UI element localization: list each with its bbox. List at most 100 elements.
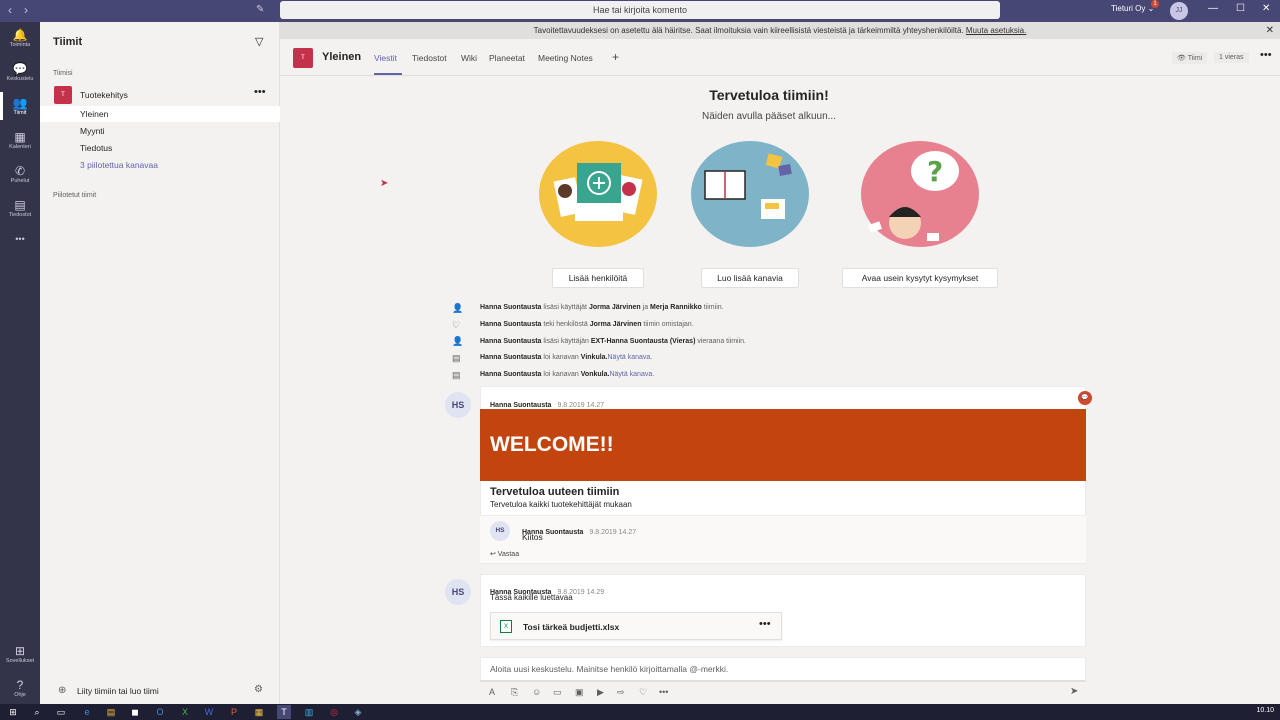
app-label: Ohje [14,692,26,698]
tab-tiedostot[interactable]: Tiedostot [412,53,447,63]
section-label: Tiimisi [53,70,73,77]
channel-yleinen[interactable]: Yleinen [40,106,280,122]
channel-myynti[interactable]: Myynti [40,123,280,139]
channel-icon: ▤ [452,370,461,380]
activity-text: lisäsi käyttäjän [543,338,589,345]
close-icon[interactable]: ✕ [1262,3,1270,14]
app-label: Kalenteri [9,144,31,150]
show-channel-link[interactable]: Näytä kanava. [608,354,653,361]
reaction-icon[interactable]: 💬 [1078,391,1092,405]
word-icon[interactable]: W [202,705,216,719]
store-icon[interactable]: ◼ [128,705,142,719]
reply-button[interactable]: ↩ Vastaa [490,550,519,558]
team-button[interactable]: 👁 Tiimi [1172,52,1208,64]
channel-tiedotus[interactable]: Tiedotus [40,140,280,156]
opera-icon[interactable]: ◎ [327,705,341,719]
start-icon[interactable]: ⊞ [6,705,20,719]
team-name[interactable]: Tuotekehitys [80,90,128,100]
close-icon[interactable]: ✕ [1266,22,1274,39]
file-attachment[interactable]: X Tosi tärkeä budjetti.xlsx ••• [490,612,782,640]
add-people-button[interactable]: Lisää henkilöitä [552,268,644,288]
avatar[interactable]: HS [445,392,471,418]
teams-icon[interactable]: T [277,705,291,719]
app-icon[interactable]: ▦ [252,705,266,719]
explorer-icon[interactable]: ▤ [104,705,118,719]
activity-text: tiimin omistajan. [643,321,694,328]
app-icon[interactable]: ▥ [302,705,316,719]
avatar[interactable]: HS [490,521,510,541]
dnd-notification-bar: Tavoitettavuudeksesi on asetettu älä häi… [280,22,1280,39]
excel-icon[interactable]: X [178,705,192,719]
avatar[interactable]: HS [445,579,471,605]
meet-icon[interactable]: ▶ [597,687,604,698]
hidden-teams-label[interactable]: Piilotetut tiimit [53,192,96,199]
tab-wiki[interactable]: Wiki [461,53,477,63]
faq-illustration: ? [861,141,979,247]
outlook-icon[interactable]: O [153,705,167,719]
tab-viestit[interactable]: Viestit [374,53,397,63]
powerpoint-icon[interactable]: P [227,705,241,719]
file-name[interactable]: Tosi tärkeä budjetti.xlsx [523,622,619,632]
forward-arrow-icon[interactable]: › [24,3,28,17]
gear-icon[interactable]: ⚙ [254,684,263,695]
timestamp: 9.8.2019 14.27 [589,529,637,536]
author-name[interactable]: Hanna Suontausta [490,402,551,409]
app-files[interactable]: ▤ Tiedostot [0,198,40,218]
tenant-switcher[interactable]: Tieturi Oy ⌄ [1111,4,1154,13]
app-chat[interactable]: 💬 Keskustelu [0,62,40,82]
send-icon[interactable]: ➤ [1070,686,1078,697]
mouse-cursor-icon: ➤ [380,178,389,189]
team-more-button[interactable]: ••• [254,86,266,98]
avatar[interactable]: JJ [1170,2,1188,20]
tab-meeting-notes[interactable]: Meeting Notes [538,53,593,63]
new-conversation-input[interactable]: Aloita uusi keskustelu. Mainitse henkilö… [480,657,1086,682]
compose-icon[interactable]: ✎ [256,4,264,15]
gif-icon[interactable]: ▭ [553,687,562,698]
add-people-illustration [539,141,657,247]
actor: Hanna Suontausta [480,338,542,345]
join-team-icon[interactable]: ⊕ [58,685,66,696]
app-label: Tiimit [13,110,27,116]
open-faq-button[interactable]: Avaa usein kysytyt kysymykset [842,268,998,288]
attach-icon[interactable]: ⎘ [511,687,518,698]
app-store[interactable]: ⊞ Sovellukset [0,644,40,664]
stream-icon[interactable]: ⇨ [617,687,625,698]
activity-item: Hanna Suontausta loi kanavan Vinkula.Näy… [480,354,652,361]
more-tools-icon[interactable]: ••• [659,687,668,697]
show-channel-link[interactable]: Näytä kanava. [609,371,654,378]
more-apps-button[interactable]: ••• [0,234,40,244]
app-icon[interactable]: ◈ [351,705,365,719]
edge-icon[interactable]: e [80,705,94,719]
search-icon[interactable]: ⌕ [30,705,44,719]
team-avatar: T [54,86,72,104]
join-team-link[interactable]: Liity tiimiin tai luo tiimi [77,686,159,696]
minimize-icon[interactable]: — [1208,3,1218,14]
app-activity[interactable]: 🔔 Toiminta [0,28,40,48]
apps-icon: ⊞ [14,644,26,658]
app-calendar[interactable]: ▦ Kalenteri [0,130,40,150]
add-tab-button[interactable]: + [612,50,619,64]
app-help[interactable]: ? Ohje [0,678,40,698]
clock[interactable]: 10.10 [1256,707,1274,714]
emoji-icon[interactable]: ☺ [532,687,541,697]
search-input[interactable]: Hae tai kirjoita komento [280,1,1000,19]
file-icon: ▤ [14,198,26,212]
change-settings-link[interactable]: Muuta asetuksia. [966,26,1026,35]
praise-icon[interactable]: ♡ [639,687,647,698]
sticker-icon[interactable]: ▣ [575,687,584,698]
app-teams[interactable]: 👥 Tiimit [0,96,40,116]
filter-icon[interactable]: ▽ [255,35,263,48]
format-icon[interactable]: A [489,687,495,697]
tab-planeetat[interactable]: Planeetat [489,53,525,63]
app-calls[interactable]: ✆ Puhelut [0,164,40,184]
guest-count-button[interactable]: 1 vieras [1214,52,1249,63]
hidden-channels-link[interactable]: 3 piilotettua kanavaa [40,157,280,173]
back-arrow-icon[interactable]: ‹ [8,3,12,17]
more-options-button[interactable]: ••• [1260,49,1272,61]
maximize-icon[interactable]: ☐ [1236,3,1245,14]
file-more-button[interactable]: ••• [759,618,771,630]
create-channels-button[interactable]: Luo lisää kanavia [701,268,799,288]
task-view-icon[interactable]: ▭ [54,705,68,719]
app-label: Keskustelu [6,76,34,82]
sidebar-title: Tiimit [53,36,83,48]
